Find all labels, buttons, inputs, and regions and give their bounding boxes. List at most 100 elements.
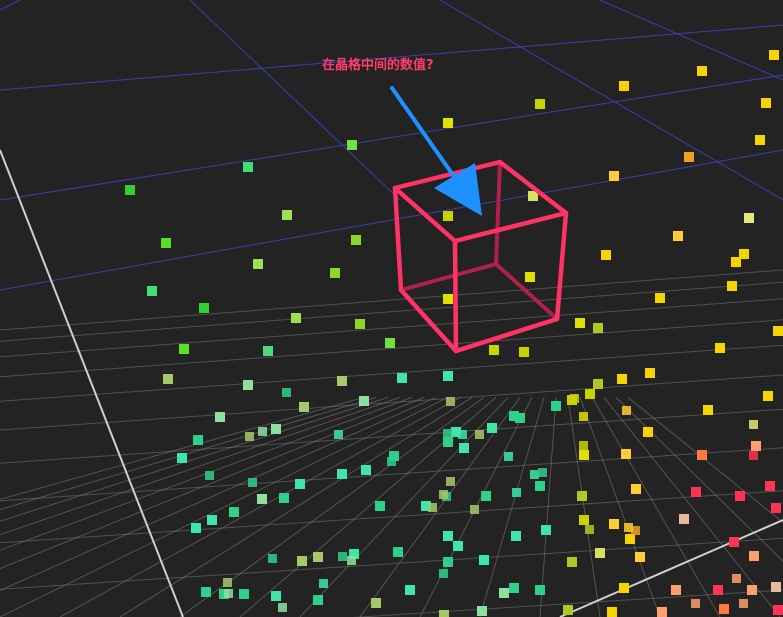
data-point: [499, 588, 509, 598]
data-point: [387, 457, 396, 466]
data-point: [595, 548, 605, 558]
data-point: [291, 313, 301, 323]
data-point: [697, 66, 707, 76]
data-point: [229, 507, 239, 517]
data-point: [535, 481, 545, 491]
data-point: [278, 603, 287, 612]
data-point: [585, 525, 594, 534]
data-point: [585, 389, 595, 399]
data-point: [749, 551, 759, 561]
data-point: [679, 514, 689, 524]
data-point: [258, 427, 267, 436]
annotation-label: 在晶格中间的数值?: [322, 58, 434, 73]
data-point: [504, 452, 513, 461]
data-point: [551, 401, 561, 411]
data-point: [624, 523, 633, 532]
data-point: [691, 599, 700, 608]
data-point: [257, 494, 267, 504]
data-point: [511, 531, 521, 541]
data-point: [657, 607, 667, 617]
data-point: [330, 268, 340, 278]
data-point: [243, 380, 253, 390]
data-point: [439, 569, 448, 578]
data-point: [334, 430, 343, 439]
data-point: [453, 541, 463, 551]
data-point: [729, 537, 739, 547]
data-point: [268, 554, 277, 563]
data-point: [347, 140, 357, 150]
data-point: [739, 599, 748, 608]
data-point: [355, 319, 365, 329]
data-point: [428, 503, 437, 512]
data-point: [446, 477, 455, 486]
data-point: [684, 152, 694, 162]
data-point: [593, 323, 603, 333]
data-point: [459, 443, 469, 453]
data-point: [744, 213, 754, 223]
point-cloud-viewport[interactable]: [0, 0, 783, 617]
data-point: [563, 605, 573, 615]
data-point: [239, 589, 249, 599]
data-point: [719, 604, 729, 614]
data-point: [541, 525, 551, 535]
data-point: [279, 493, 289, 503]
data-point: [715, 343, 725, 353]
data-point: [525, 272, 535, 282]
data-point: [243, 162, 253, 172]
data-point: [535, 99, 545, 109]
data-point: [201, 587, 211, 597]
data-point: [443, 211, 453, 221]
data-point: [643, 427, 653, 437]
data-point: [191, 523, 201, 533]
data-point: [338, 552, 347, 561]
data-point: [749, 420, 758, 429]
data-point: [481, 491, 491, 501]
data-point: [607, 607, 617, 617]
data-point: [313, 552, 323, 562]
data-point: [519, 347, 529, 357]
data-point: [199, 303, 209, 313]
cube-edge: [452, 238, 459, 354]
data-point: [359, 396, 369, 406]
data-point: [470, 505, 479, 514]
data-point: [177, 453, 187, 463]
data-point: [443, 371, 453, 381]
data-point: [479, 555, 489, 565]
data-point: [703, 405, 713, 415]
data-point: [443, 437, 453, 447]
data-point: [538, 468, 547, 477]
data-point: [351, 235, 361, 245]
data-point: [443, 429, 452, 438]
data-point: [619, 81, 629, 91]
data-point: [347, 556, 356, 565]
data-point: [253, 259, 263, 269]
data-point: [619, 583, 629, 593]
data-point: [297, 556, 307, 566]
data-point: [282, 210, 292, 220]
data-point: [631, 484, 641, 494]
data-point: [635, 552, 645, 562]
data-point: [337, 376, 347, 386]
data-point: [609, 171, 619, 181]
data-point: [570, 394, 579, 403]
data-point: [512, 488, 521, 497]
data-point: [579, 515, 589, 525]
data-point: [621, 449, 631, 459]
data-point: [205, 471, 214, 480]
data-point: [405, 585, 415, 595]
data-point: [509, 583, 519, 593]
data-point: [271, 424, 281, 434]
data-point: [375, 501, 385, 511]
data-point: [477, 606, 487, 616]
data-point: [579, 441, 588, 450]
data-point: [271, 591, 281, 601]
data-point: [223, 578, 232, 587]
data-point: [509, 411, 519, 421]
data-point: [727, 281, 737, 291]
data-point: [371, 598, 381, 608]
data-point: [125, 185, 135, 195]
data-point: [443, 531, 453, 541]
data-point: [319, 579, 328, 588]
data-point: [765, 481, 775, 491]
data-point: [713, 585, 723, 595]
